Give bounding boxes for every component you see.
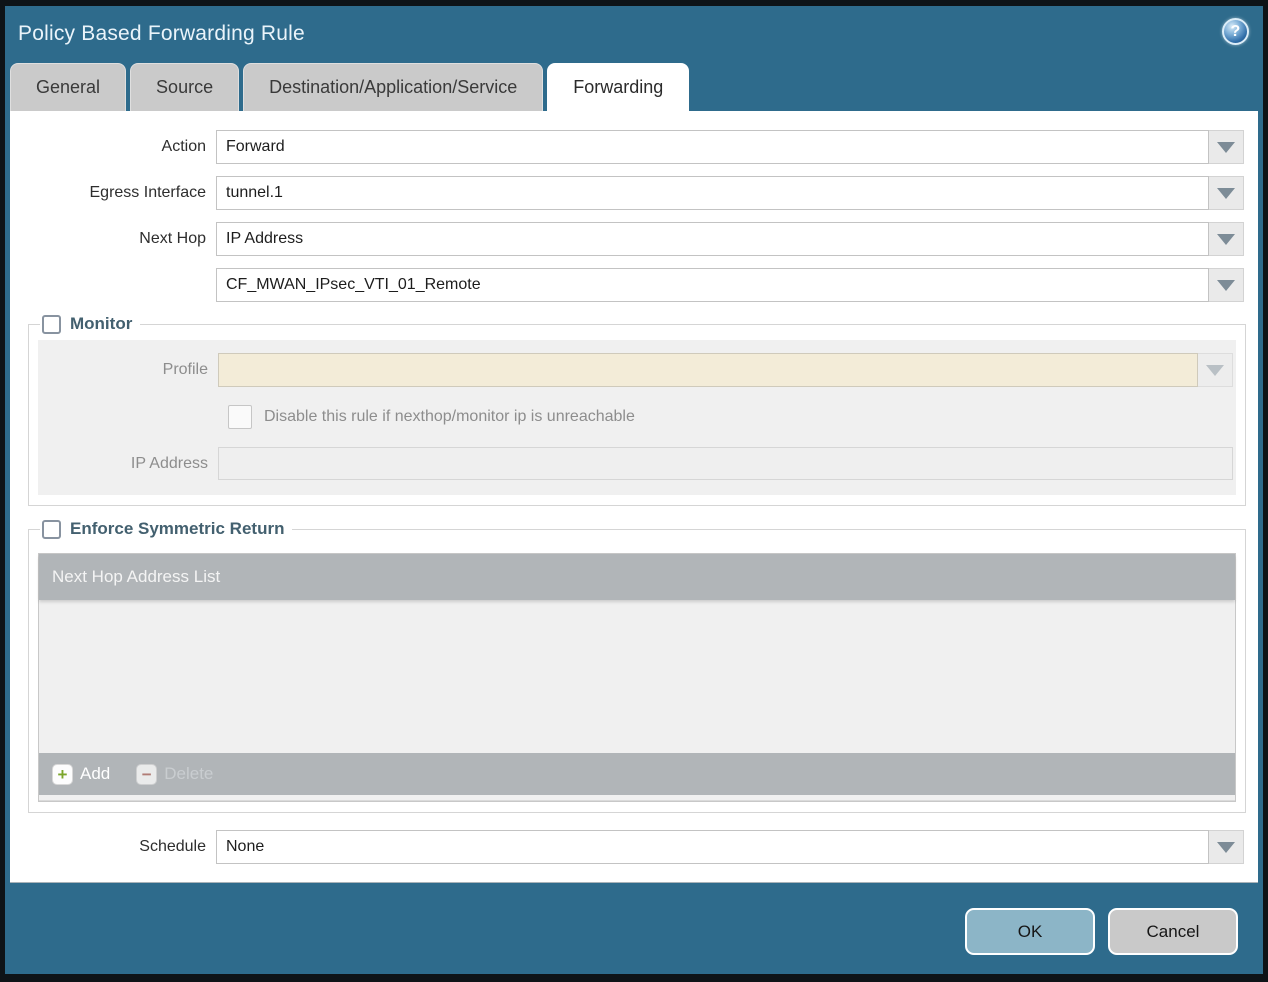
minus-icon: −: [136, 763, 158, 785]
disable-rule-checkbox: [228, 405, 252, 429]
enforce-symmetric-return-title: Enforce Symmetric Return: [70, 519, 285, 538]
next-hop-address-list-table: Next Hop Address List + Add − Delete: [38, 553, 1236, 802]
forwarding-tab-content: Action Forward Egress Interface tunnel.1…: [10, 111, 1258, 883]
table-bottom-strip: [39, 795, 1235, 801]
next-hop-type-value[interactable]: IP Address: [216, 222, 1209, 256]
egress-interface-value[interactable]: tunnel.1: [216, 176, 1209, 210]
profile-dropdown-button: [1198, 353, 1233, 387]
help-icon[interactable]: ?: [1222, 18, 1249, 45]
add-button[interactable]: + Add: [52, 763, 111, 785]
profile-label: Profile: [162, 361, 208, 378]
tab-source[interactable]: Source: [130, 63, 240, 111]
profile-value: [218, 353, 1198, 387]
monitor-ip-address-input: [218, 447, 1233, 480]
action-row: Action Forward: [10, 130, 1244, 164]
next-hop-address-list-body[interactable]: [39, 600, 1235, 753]
ok-button[interactable]: OK: [965, 908, 1095, 955]
next-hop-type-dropdown[interactable]: IP Address: [216, 222, 1244, 256]
tab-general[interactable]: General: [10, 63, 127, 111]
next-hop-label: Next Hop: [139, 230, 206, 247]
policy-based-forwarding-dialog: Policy Based Forwarding Rule ? General S…: [0, 0, 1268, 982]
profile-dropdown: [218, 353, 1233, 387]
enforce-symmetric-return-section: Enforce Symmetric Return Next Hop Addres…: [28, 519, 1246, 813]
dialog-title: Policy Based Forwarding Rule: [18, 22, 305, 45]
action-value[interactable]: Forward: [216, 130, 1209, 164]
next-hop-row: Next Hop IP Address: [10, 222, 1244, 256]
delete-button-label: Delete: [164, 764, 214, 783]
profile-row: Profile: [38, 353, 1233, 387]
monitor-checkbox[interactable]: [42, 314, 61, 334]
egress-interface-label: Egress Interface: [89, 184, 207, 201]
next-hop-address-list-toolbar: + Add − Delete: [39, 753, 1235, 795]
egress-interface-dropdown[interactable]: tunnel.1: [216, 176, 1244, 210]
chevron-down-icon: [1217, 141, 1235, 153]
chevron-down-icon: [1206, 364, 1224, 376]
plus-icon: +: [52, 763, 73, 785]
action-dropdown[interactable]: Forward: [216, 130, 1244, 164]
next-hop-address-row: CF_MWAN_IPsec_VTI_01_Remote: [10, 268, 1244, 302]
enforce-symmetric-return-legend: Enforce Symmetric Return: [40, 519, 292, 539]
next-hop-address-list-header: Next Hop Address List: [39, 554, 1235, 600]
action-dropdown-button[interactable]: [1209, 130, 1244, 164]
egress-interface-dropdown-button[interactable]: [1209, 176, 1244, 210]
monitor-ip-address-row: IP Address: [38, 447, 1233, 480]
schedule-label: Schedule: [139, 838, 206, 855]
monitor-ip-address-label: IP Address: [130, 454, 208, 472]
action-label: Action: [161, 138, 206, 155]
chevron-down-icon: [1217, 233, 1235, 245]
tab-forwarding[interactable]: Forwarding: [547, 63, 690, 111]
monitor-title: Monitor: [70, 314, 133, 333]
schedule-dropdown-button[interactable]: [1209, 830, 1244, 864]
next-hop-address-dropdown[interactable]: CF_MWAN_IPsec_VTI_01_Remote: [216, 268, 1244, 302]
chevron-down-icon: [1217, 279, 1235, 291]
tab-bar: General Source Destination/Application/S…: [5, 62, 1263, 111]
disable-rule-row: Disable this rule if nexthop/monitor ip …: [228, 405, 1236, 429]
disable-rule-label: Disable this rule if nexthop/monitor ip …: [264, 408, 635, 425]
next-hop-address-dropdown-button[interactable]: [1209, 268, 1244, 302]
next-hop-address-value[interactable]: CF_MWAN_IPsec_VTI_01_Remote: [216, 268, 1209, 302]
tab-destination-application-service[interactable]: Destination/Application/Service: [243, 63, 544, 111]
monitor-panel: Profile Disable this rule if nexthop/mon…: [38, 340, 1236, 495]
chevron-down-icon: [1217, 841, 1235, 853]
schedule-dropdown[interactable]: None: [216, 830, 1244, 864]
schedule-value[interactable]: None: [216, 830, 1209, 864]
monitor-legend: Monitor: [40, 314, 140, 334]
schedule-row: Schedule None: [10, 830, 1244, 864]
cancel-button[interactable]: Cancel: [1108, 908, 1238, 955]
dialog-footer: OK Cancel: [5, 883, 1263, 974]
enforce-symmetric-return-checkbox[interactable]: [42, 519, 61, 539]
egress-interface-row: Egress Interface tunnel.1: [10, 176, 1244, 210]
dialog-titlebar: Policy Based Forwarding Rule ?: [5, 6, 1263, 62]
chevron-down-icon: [1217, 187, 1235, 199]
monitor-section: Monitor Profile Disable this rule if nex…: [28, 314, 1246, 506]
add-button-label: Add: [80, 764, 111, 783]
delete-button[interactable]: − Delete: [136, 763, 214, 785]
next-hop-type-dropdown-button[interactable]: [1209, 222, 1244, 256]
